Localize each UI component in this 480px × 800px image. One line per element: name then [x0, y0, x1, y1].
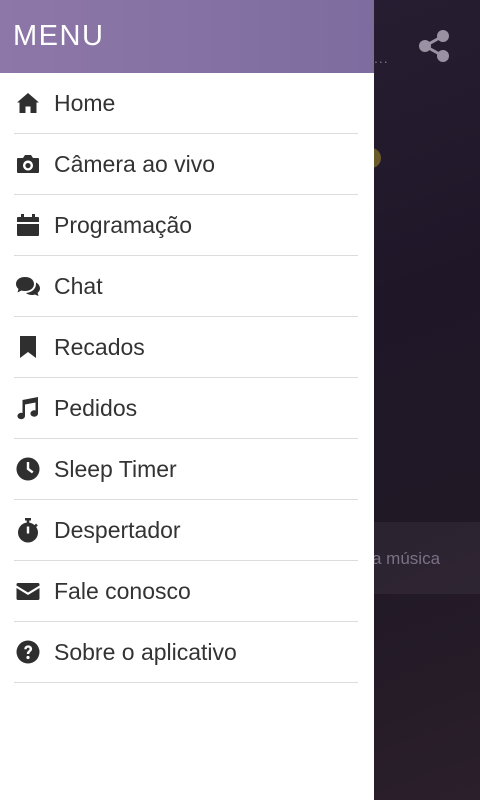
menu-list: Home Câmera ao vivo Programação Chat Rec — [0, 73, 374, 683]
menu-item-label: Chat — [54, 272, 103, 299]
menu-item-schedule[interactable]: Programação — [14, 195, 358, 256]
menu-item-messages[interactable]: Recados — [14, 317, 358, 378]
menu-item-label: Despertador — [54, 516, 181, 543]
menu-item-label: Home — [54, 89, 116, 116]
menu-item-label: Recados — [54, 333, 145, 360]
calendar-icon — [14, 211, 42, 239]
menu-item-label: Programação — [54, 211, 193, 238]
menu-item-home[interactable]: Home — [14, 73, 358, 134]
menu-item-camera[interactable]: Câmera ao vivo — [14, 134, 358, 195]
drawer-header: MENU — [0, 0, 374, 73]
envelope-icon — [14, 577, 42, 605]
camera-icon — [14, 150, 42, 178]
menu-item-label: Câmera ao vivo — [54, 150, 216, 177]
menu-item-label: Pedidos — [54, 394, 138, 421]
menu-item-contact[interactable]: Fale conosco — [14, 561, 358, 622]
menu-item-chat[interactable]: Chat — [14, 256, 358, 317]
menu-item-alarm[interactable]: Despertador — [14, 500, 358, 561]
question-circle-icon — [14, 638, 42, 666]
chat-icon — [14, 272, 42, 300]
navigation-drawer: MENU Home Câmera ao vivo Programação Cha… — [0, 0, 374, 800]
menu-item-label: Sleep Timer — [54, 455, 177, 482]
share-icon[interactable] — [414, 26, 454, 66]
stopwatch-icon — [14, 516, 42, 544]
menu-item-sleep-timer[interactable]: Sleep Timer — [14, 439, 358, 500]
home-icon — [14, 89, 42, 117]
clock-icon — [14, 455, 42, 483]
drawer-title: MENU — [13, 20, 105, 52]
menu-item-about[interactable]: Sobre o aplicativo — [14, 622, 358, 683]
now-playing-text: a música — [372, 549, 441, 568]
music-note-icon — [14, 394, 42, 422]
more-dots[interactable]: ... — [374, 50, 389, 66]
menu-item-requests[interactable]: Pedidos — [14, 378, 358, 439]
menu-item-label: Sobre o aplicativo — [54, 638, 237, 665]
bookmark-icon — [14, 333, 42, 361]
menu-item-label: Fale conosco — [54, 577, 191, 604]
